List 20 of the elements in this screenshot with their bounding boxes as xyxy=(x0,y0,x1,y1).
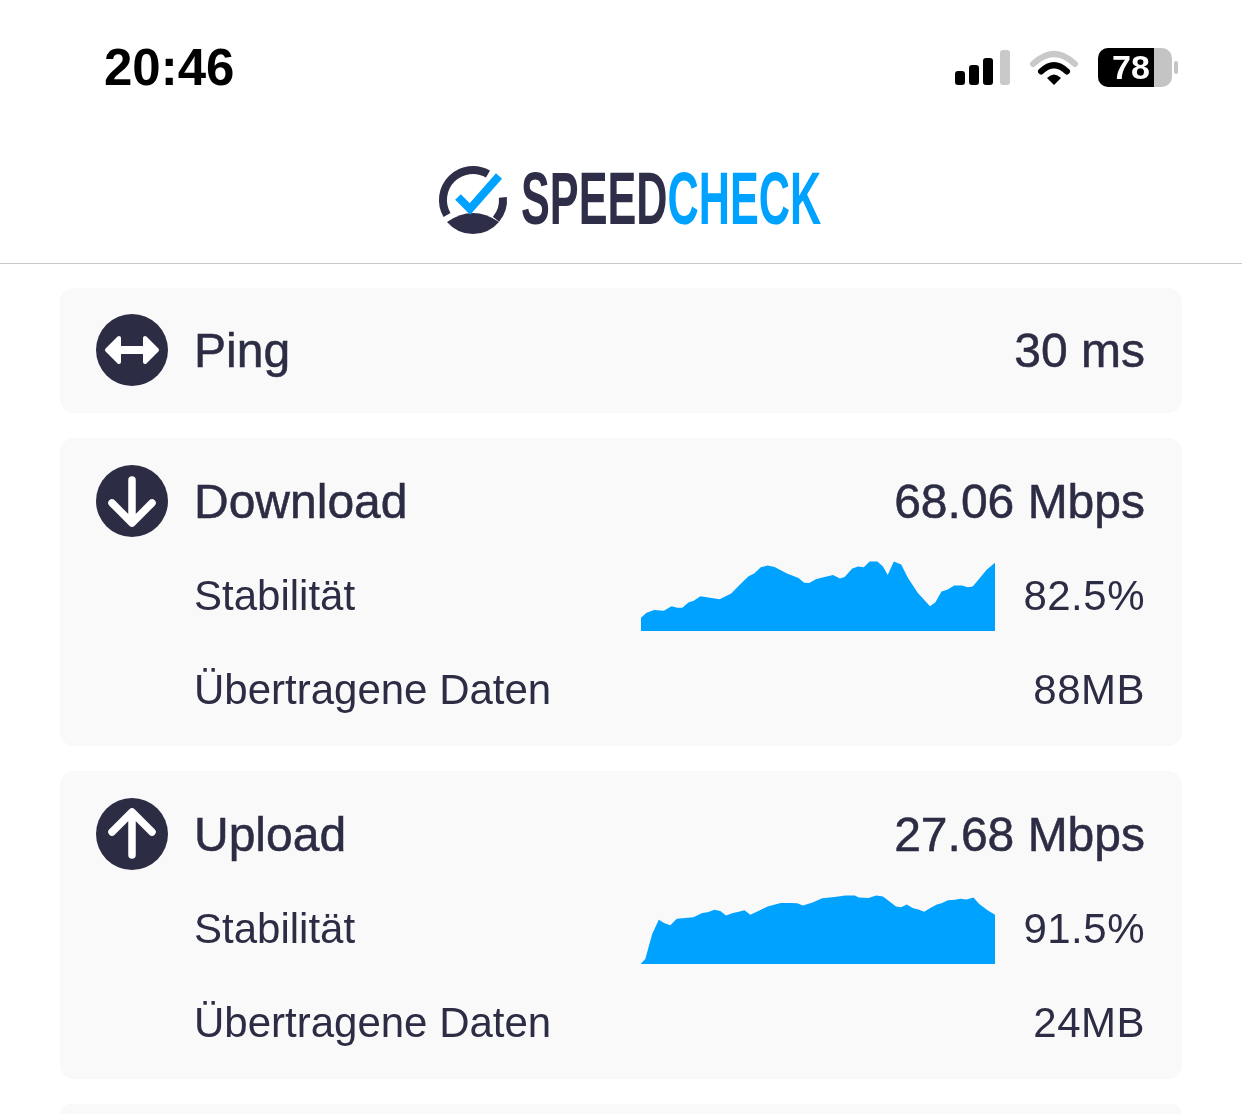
detail-label: Stabilität xyxy=(194,572,357,620)
battery-percentage: 78 xyxy=(1112,49,1150,85)
detail-value: 88MB xyxy=(1033,666,1145,714)
wifi-icon xyxy=(1030,49,1078,85)
metric-value: 68.06 Mbps xyxy=(894,473,1145,529)
detail-value: 82.5% xyxy=(1023,572,1145,620)
metric-label: Ping xyxy=(194,322,292,378)
status-time: 20:46 xyxy=(104,41,235,93)
detail-label: Übertragene Daten xyxy=(194,999,553,1047)
detail-value: 91.5% xyxy=(1023,905,1145,953)
signal-icon xyxy=(955,49,1010,85)
logo-text: SPEEDCHECK xyxy=(521,161,822,236)
detail-label: Stabilität xyxy=(194,905,357,953)
detail-value: 24MB xyxy=(1033,999,1145,1047)
detail-label: Übertragene Daten xyxy=(194,666,553,714)
battery-icon xyxy=(1098,47,1178,87)
metric-label: Download xyxy=(194,473,409,529)
metric-value: 27.68 Mbps xyxy=(894,806,1145,862)
metric-value: 30 ms xyxy=(1014,322,1145,378)
metric-label: Upload xyxy=(194,806,348,862)
